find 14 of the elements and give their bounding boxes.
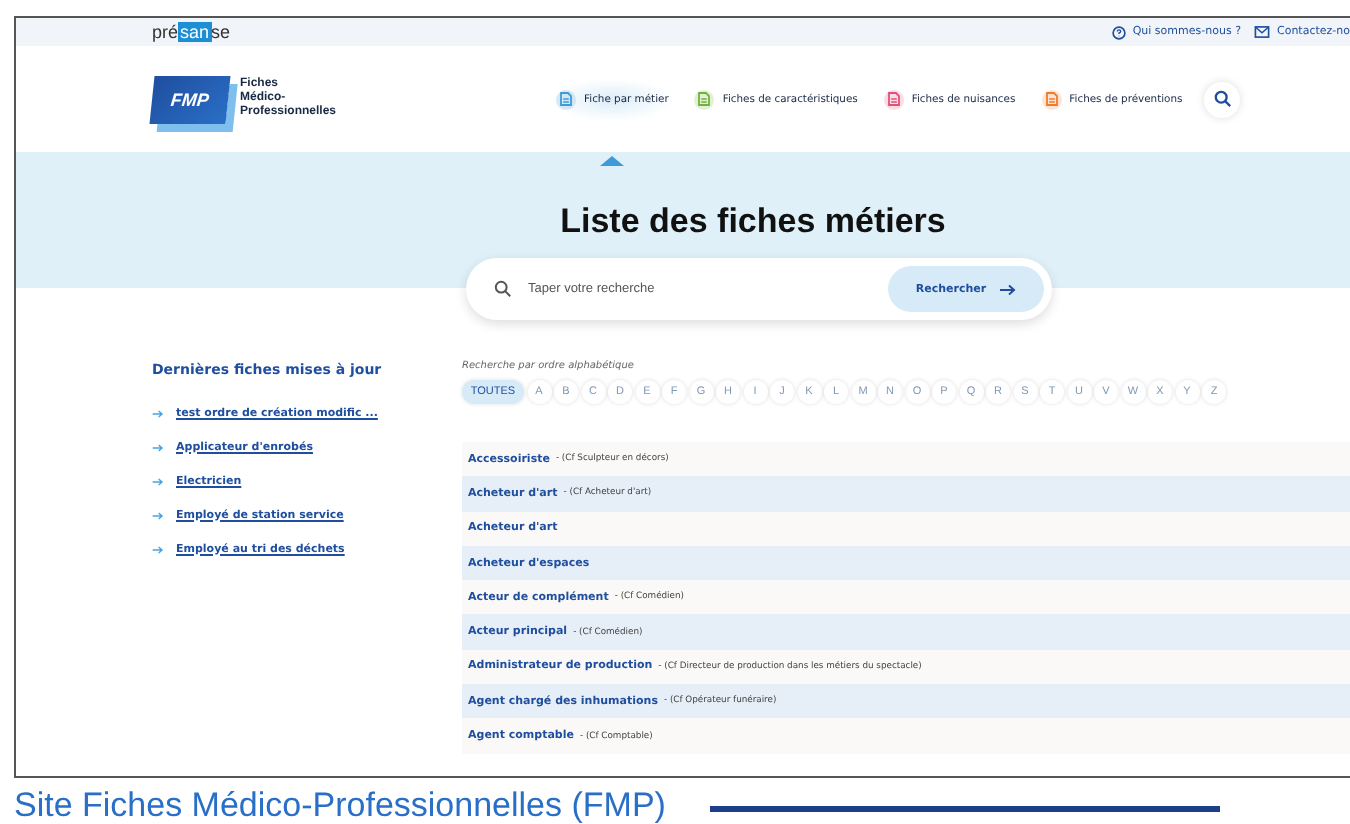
arrow-right-icon [152,511,164,519]
envelope-icon [1254,26,1271,38]
arrow-right-icon [152,409,164,417]
figure-caption: Site Fiches Médico-Professionnelles (FMP) [14,786,666,824]
arrow-right-icon [152,477,164,485]
fmp-logo[interactable]: FMP [149,75,231,123]
search-button[interactable] [1204,81,1241,117]
search-icon [494,280,512,298]
question-icon [1112,25,1127,39]
arrow-right-icon [1000,283,1017,295]
search-icon [1213,90,1232,108]
page-title: Liste des fiches métiers [560,202,946,242]
arrow-right-icon [152,545,164,553]
arrow-right-icon [152,443,164,451]
